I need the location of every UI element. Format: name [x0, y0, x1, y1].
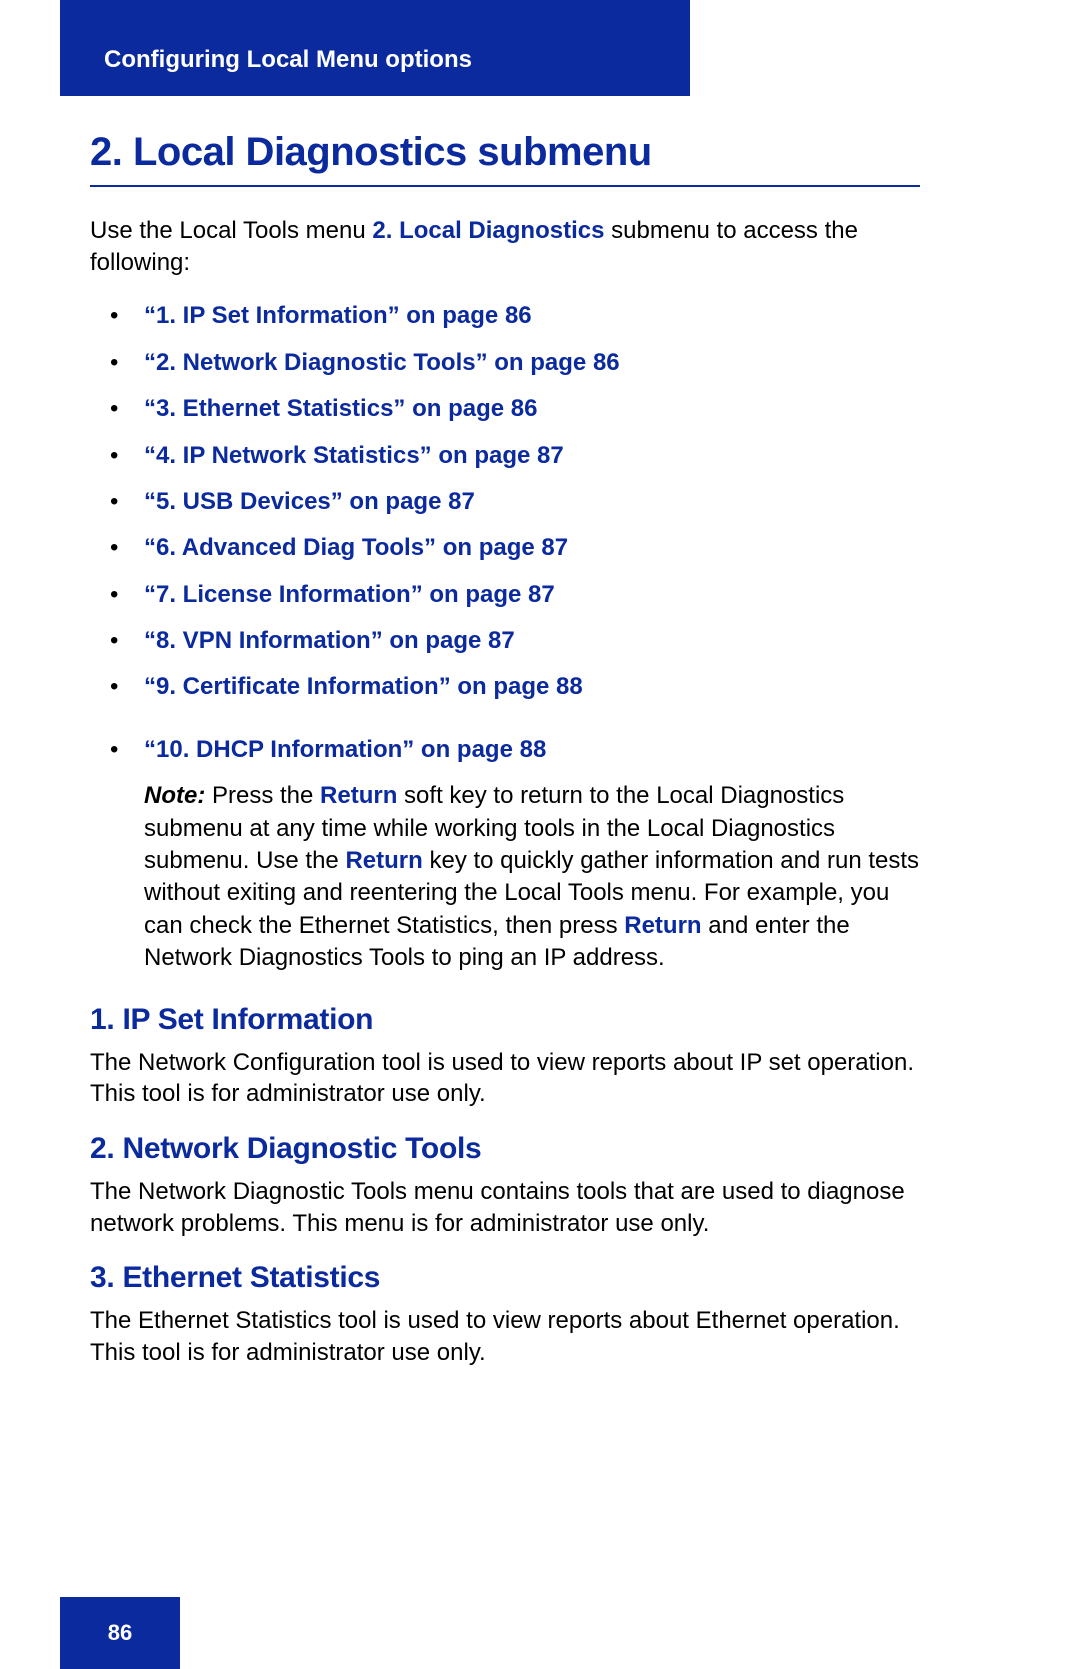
cross-ref-link[interactable]: “8. VPN Information” on page 87 — [144, 627, 515, 654]
list-item: “7. License Information” on page 87 — [90, 579, 920, 611]
section-body: The Network Configuration tool is used t… — [90, 1047, 920, 1110]
cross-ref-link[interactable]: “7. License Information” on page 87 — [144, 581, 555, 608]
footer-band: 86 — [60, 1597, 180, 1669]
list-item: “9. Certificate Information” on page 88 — [90, 671, 920, 703]
section-body: The Ethernet Statistics tool is used to … — [90, 1305, 920, 1368]
list-item: “2. Network Diagnostic Tools” on page 86 — [90, 347, 920, 379]
section-body: The Network Diagnostic Tools menu contai… — [90, 1176, 920, 1239]
cross-ref-link[interactable]: “10. DHCP Information” on page 88 — [144, 736, 546, 763]
cross-ref-link[interactable]: “6. Advanced Diag Tools” on page 87 — [144, 534, 568, 561]
page-number: 86 — [108, 1620, 132, 1646]
return-key-ref: Return — [345, 847, 422, 874]
cross-ref-link[interactable]: “5. USB Devices” on page 87 — [144, 488, 475, 515]
list-item: “4. IP Network Statistics” on page 87 — [90, 440, 920, 472]
cross-ref-link[interactable]: “2. Network Diagnostic Tools” on page 86 — [144, 349, 620, 376]
intro-submenu-link[interactable]: 2. Local Diagnostics — [372, 217, 604, 244]
return-key-ref: Return — [624, 912, 701, 939]
page-content: 2. Local Diagnostics submenu Use the Loc… — [90, 130, 920, 1387]
cross-ref-link[interactable]: “9. Certificate Information” on page 88 — [144, 673, 583, 700]
header-band: Configuring Local Menu options — [60, 0, 690, 96]
section-heading-ip-set: 1. IP Set Information — [90, 1003, 920, 1037]
intro-text-pre: Use the Local Tools menu — [90, 217, 372, 244]
note-seg1: Press the — [205, 782, 320, 809]
list-item: “6. Advanced Diag Tools” on page 87 — [90, 532, 920, 564]
list-item: “1. IP Set Information” on page 86 — [90, 300, 920, 332]
main-heading: 2. Local Diagnostics submenu — [90, 130, 920, 187]
chapter-title: Configuring Local Menu options — [104, 46, 472, 74]
list-item: “5. USB Devices” on page 87 — [90, 486, 920, 518]
list-item: “10. DHCP Information” on page 88 — [90, 734, 920, 766]
submenu-link-list: “1. IP Set Information” on page 86 “2. N… — [90, 300, 920, 766]
return-key-ref: Return — [320, 782, 397, 809]
note-paragraph: Note: Press the Return soft key to retur… — [144, 780, 920, 974]
list-item: “8. VPN Information” on page 87 — [90, 625, 920, 657]
intro-paragraph: Use the Local Tools menu 2. Local Diagno… — [90, 215, 920, 278]
section-heading-net-diag: 2. Network Diagnostic Tools — [90, 1132, 920, 1166]
section-heading-ethernet: 3. Ethernet Statistics — [90, 1261, 920, 1295]
note-label: Note: — [144, 782, 205, 809]
cross-ref-link[interactable]: “3. Ethernet Statistics” on page 86 — [144, 395, 537, 422]
list-item: “3. Ethernet Statistics” on page 86 — [90, 393, 920, 425]
cross-ref-link[interactable]: “1. IP Set Information” on page 86 — [144, 302, 532, 329]
cross-ref-link[interactable]: “4. IP Network Statistics” on page 87 — [144, 442, 564, 469]
